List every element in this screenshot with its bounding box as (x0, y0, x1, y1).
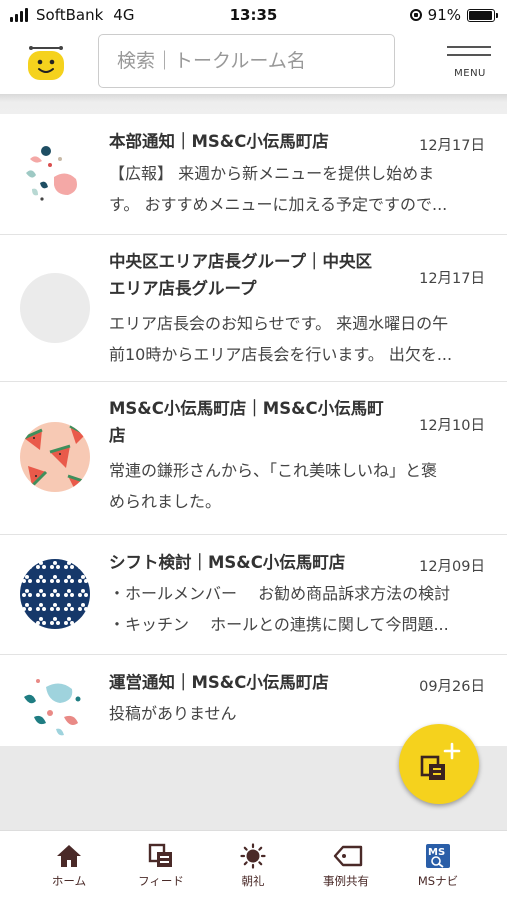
ms-navi-icon: MS (426, 844, 450, 868)
tab-case-sharing[interactable]: 事例共有 (306, 831, 386, 901)
room-date: 12月17日 (419, 138, 485, 154)
sun-icon (240, 843, 266, 869)
tab-label: 事例共有 (323, 874, 369, 888)
talk-room-list: 本部通知｜MS&C小伝馬町店 12月17日 【広報】 来週から新メニューを提供し… (0, 114, 507, 749)
room-preview: 【広報】 来週から新メニューを提供し始めま す。 おすすめメニューに加える予定で… (109, 164, 448, 214)
battery-icon (467, 8, 498, 22)
bottom-tab-bar: ホーム フィード 朝礼 事例共有 MS MSナビ (0, 830, 507, 901)
status-bar: SoftBank 4G 13:35 91% (0, 0, 507, 32)
header-shadow (0, 94, 507, 114)
room-preview: エリア店長会のお知らせです。 来週水曜日の午 前10時からエリア店長会を行います… (109, 314, 453, 364)
room-preview: ・ホールメンバー お勧め商品訴求方法の検討 ・キッチン ホールとの連携に関して今… (109, 584, 451, 634)
feed-icon (148, 843, 172, 867)
room-date: 12月09日 (419, 559, 485, 575)
menu-icon (447, 46, 491, 48)
room-title: シフト検討｜MS&C小伝馬町店 (109, 553, 346, 572)
new-post-icon (420, 742, 461, 780)
floral-pattern-icon (20, 559, 90, 629)
room-title: 運営通知｜MS&C小伝馬町店 (109, 673, 329, 692)
tab-label: MSナビ (417, 874, 459, 888)
blank-avatar-icon (20, 273, 90, 343)
menu-button[interactable]: MENU (445, 42, 495, 86)
room-date: 12月17日 (419, 271, 485, 287)
list-item[interactable]: 中央区エリア店長グループ｜中央区 エリア店長グループ 12月17日 エリア店長会… (0, 235, 507, 382)
tab-label: ホーム (51, 874, 87, 888)
battery-percent: 91% (427, 6, 461, 24)
tab-morning-meeting[interactable]: 朝礼 (213, 831, 293, 901)
tab-feed[interactable]: フィード (121, 831, 201, 901)
menu-label: MENU (454, 68, 486, 79)
room-date: 09月26日 (419, 679, 485, 695)
room-title: 本部通知｜MS&C小伝馬町店 (109, 132, 329, 151)
new-post-button[interactable] (399, 724, 479, 804)
tag-icon (333, 845, 363, 867)
home-icon (57, 845, 81, 867)
room-date: 12月10日 (419, 418, 485, 434)
search-input[interactable] (115, 35, 389, 87)
list-item[interactable]: 本部通知｜MS&C小伝馬町店 12月17日 【広報】 来週から新メニューを提供し… (0, 114, 507, 235)
watermelon-pattern-icon (20, 422, 90, 492)
list-item[interactable]: MS&C小伝馬町店｜MS&C小伝馬町 店 12月10日 常連の鎌形さんから、「こ… (0, 382, 507, 535)
orientation-lock-icon (409, 9, 422, 21)
tab-ms-navi[interactable]: MS MSナビ (398, 831, 478, 901)
confetti-pattern-icon (20, 139, 90, 209)
app-logo-icon[interactable] (26, 44, 66, 82)
app-header: MENU (0, 32, 507, 94)
tab-label: 朝礼 (241, 874, 265, 888)
room-title: MS&C小伝馬町店｜MS&C小伝馬町 店 (109, 399, 384, 445)
tab-home[interactable]: ホーム (29, 831, 109, 901)
list-item[interactable]: シフト検討｜MS&C小伝馬町店 12月09日 ・ホールメンバー お勧め商品訴求方… (0, 535, 507, 655)
terrazzo-pattern-icon (20, 669, 90, 739)
room-title: 中央区エリア店長グループ｜中央区 エリア店長グループ (109, 252, 373, 298)
search-box[interactable] (98, 34, 395, 88)
room-preview: 常連の鎌形さんから、「これ美味しいね」と褒 められました。 (109, 461, 438, 511)
tab-label: フィード (138, 874, 184, 888)
